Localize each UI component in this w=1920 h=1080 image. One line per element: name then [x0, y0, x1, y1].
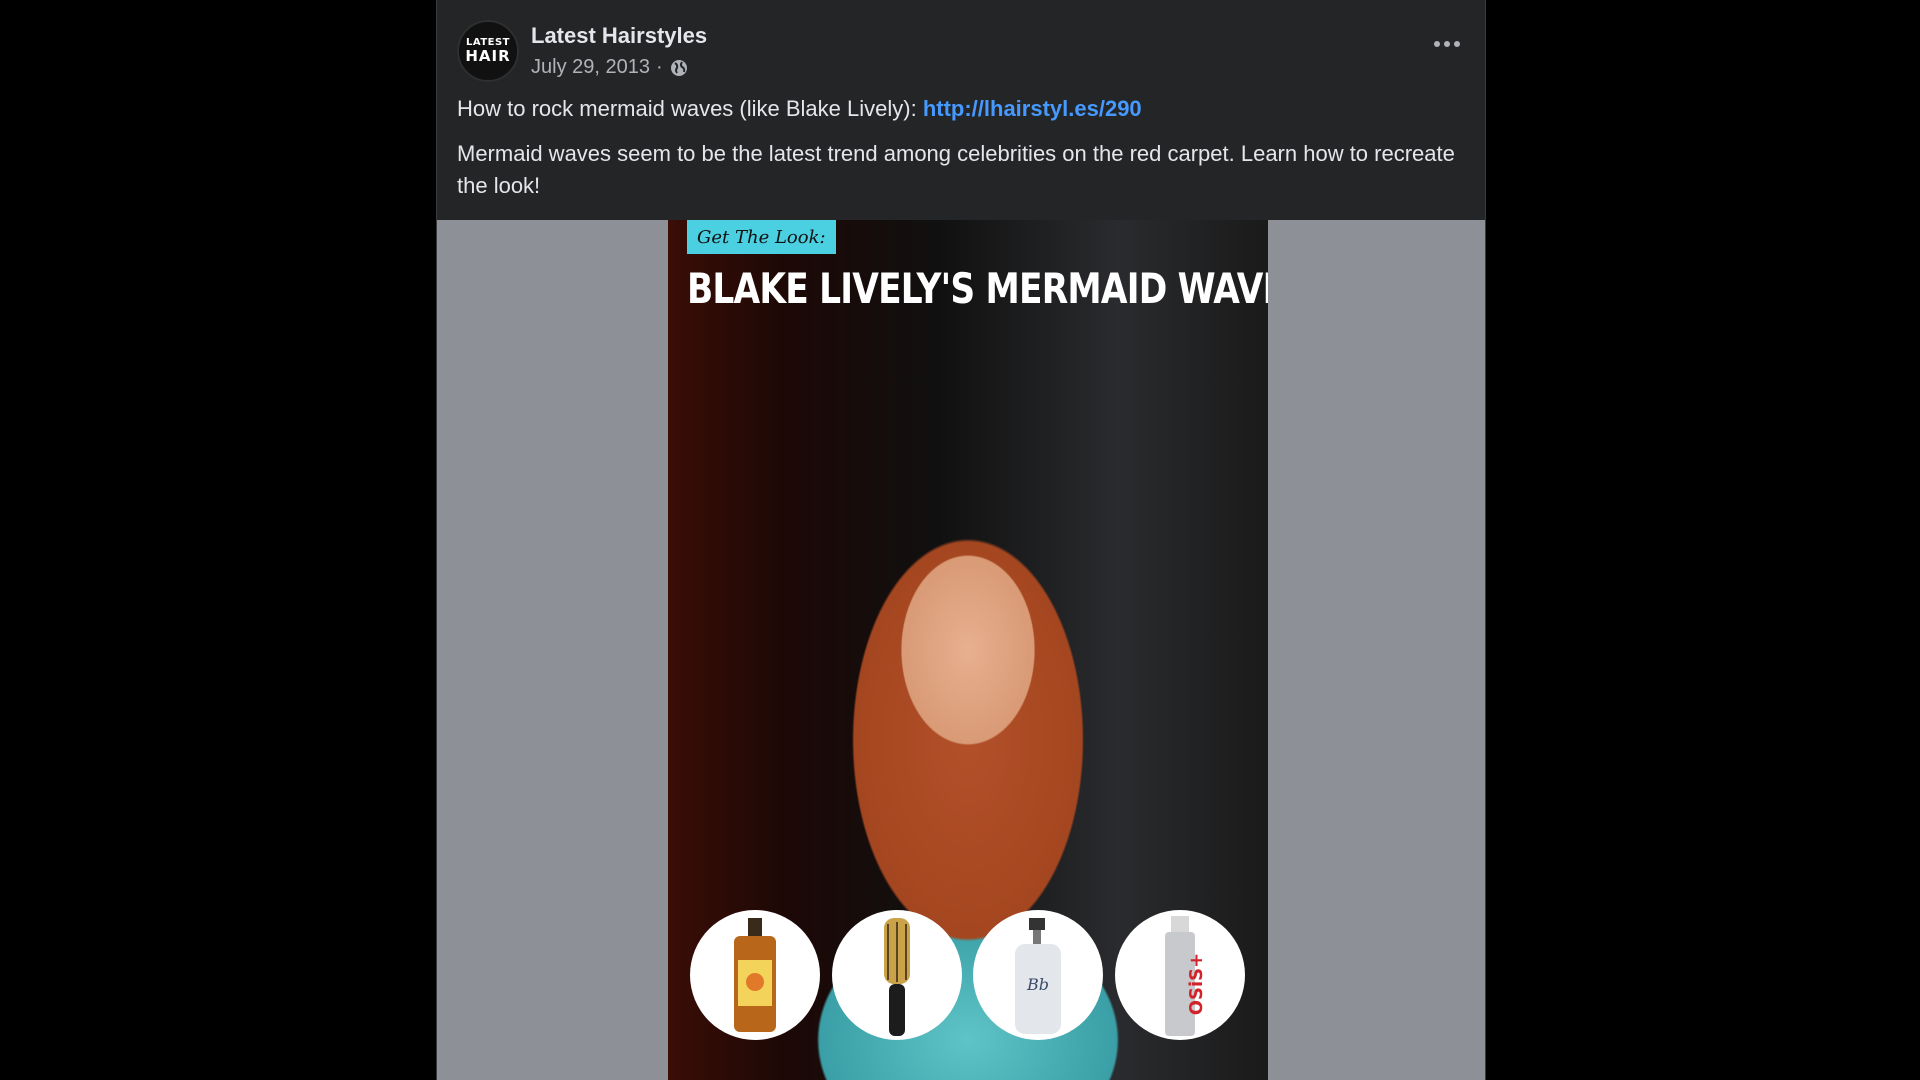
post-media[interactable]: Get The Look: BLAKE LIVELY'S MERMAID WAV…: [437, 220, 1485, 1080]
svg-text:Bb: Bb: [1026, 975, 1049, 994]
globe-icon: [670, 59, 687, 76]
product-spray-bottle: Bb: [973, 910, 1103, 1040]
product-oil-bottle: [690, 910, 820, 1040]
image-headline: BLAKE LIVELY'S MERMAID WAVES: [687, 264, 1268, 313]
post-header: LATEST HAIR Latest Hairstyles July 29, 2…: [457, 20, 1465, 84]
meta-separator: ·: [655, 56, 663, 78]
more-options-icon[interactable]: [1429, 32, 1465, 56]
product-round-brush: [832, 910, 962, 1040]
post-meta: July 29, 2013 ·: [531, 56, 689, 79]
post-text-prefix: How to rock mermaid waves (like Blake Li…: [457, 96, 923, 121]
image-tag: Get The Look:: [687, 220, 836, 254]
post-image[interactable]: Get The Look: BLAKE LIVELY'S MERMAID WAV…: [668, 220, 1268, 1080]
avatar-text-line2: HAIR: [465, 47, 511, 65]
spray-bottle-icon: Bb: [1015, 918, 1061, 1034]
product-hairspray-can: OSiS+: [1115, 910, 1245, 1040]
post-text: How to rock mermaid waves (like Blake Li…: [457, 96, 1461, 122]
page-name[interactable]: Latest Hairstyles: [531, 23, 707, 49]
post-card: LATEST HAIR Latest Hairstyles July 29, 2…: [436, 0, 1486, 1080]
round-brush-icon: [884, 918, 910, 1036]
post-description: Mermaid waves seem to be the latest tren…: [457, 141, 1455, 198]
avatar[interactable]: LATEST HAIR: [457, 20, 519, 82]
post-date[interactable]: July 29, 2013: [531, 56, 650, 79]
hairspray-can-icon: OSiS+: [1165, 916, 1207, 1036]
oil-bottle-icon: [734, 918, 776, 1032]
post-link[interactable]: http://lhairstyl.es/290: [923, 96, 1142, 121]
svg-text:OSiS+: OSiS+: [1186, 953, 1207, 1015]
